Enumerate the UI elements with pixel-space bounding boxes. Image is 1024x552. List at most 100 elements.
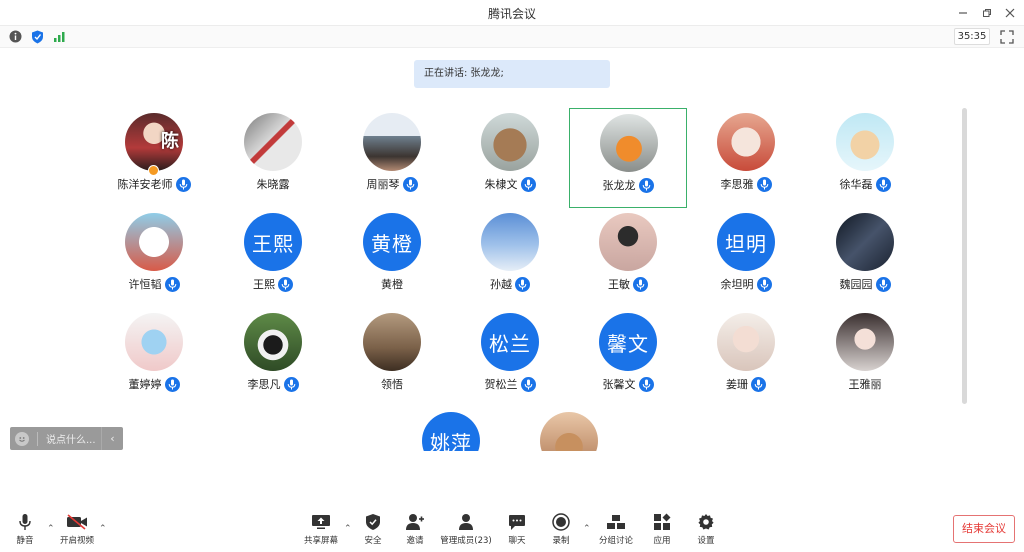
settings-label: 设置 [697, 536, 715, 546]
avatar [363, 113, 421, 171]
video-label: 开启视频 [59, 536, 94, 546]
participant-name: 朱晓露 [256, 178, 290, 191]
participant-name-row: 黄橙 [333, 276, 451, 292]
participant-tile[interactable]: 馨文 张馨文 [569, 308, 687, 408]
record-label: 录制 [552, 536, 570, 546]
participant-name-row: 周丽琴 [333, 176, 451, 192]
apps-label: 应用 [653, 536, 671, 546]
chat-input[interactable]: 说点什么... [46, 431, 101, 446]
emoji-icon[interactable] [15, 431, 29, 446]
audio-options-chevron-icon[interactable]: ⌃ [47, 524, 55, 534]
security-label: 安全 [364, 536, 382, 546]
participant-tile[interactable]: 董婷婷 [95, 308, 213, 408]
apps-grid-icon [651, 512, 673, 532]
participant-tile[interactable]: 坦明 余坦明 [687, 208, 805, 308]
participant-tile[interactable]: 王敏 [569, 208, 687, 308]
participant-name: 朱棣文 [484, 178, 518, 191]
participant-tile[interactable]: 徐华磊 [806, 108, 924, 208]
avatar [125, 213, 183, 271]
microphone-icon [520, 376, 536, 392]
mute-button[interactable]: 静音 [5, 512, 45, 546]
participant-tile[interactable]: 领悟 [333, 308, 451, 408]
avatar: 松兰 [481, 313, 539, 371]
microphone-icon [164, 276, 180, 292]
microphone-icon [756, 176, 772, 192]
participant-name-row: 许恒韬 [95, 276, 213, 292]
end-meeting-button[interactable]: 结束会议 [953, 515, 1015, 543]
microphone-icon [756, 276, 772, 292]
microphone-icon [520, 176, 536, 192]
microphone-icon [175, 176, 191, 192]
participant-tile[interactable]: 孙越 [451, 208, 569, 308]
avatar [600, 114, 658, 172]
participant-name-row: 李思雅 [687, 176, 805, 192]
apps-button[interactable]: 应用 [642, 512, 682, 546]
participant-name: 孙越 [490, 278, 512, 291]
microphone-icon [14, 512, 36, 532]
participant-tile[interactable]: 王熙 王熙 [214, 208, 332, 308]
chat-label: 聊天 [508, 536, 526, 546]
microphone-icon [875, 176, 891, 192]
collapse-chevron-icon[interactable]: ‹ [101, 427, 123, 450]
participant-tile[interactable]: 李思雅 [687, 108, 805, 208]
participant-tile[interactable]: 周丽琴 [333, 108, 451, 208]
participant-name: 黄橙 [381, 278, 403, 291]
avatar [125, 313, 183, 371]
video-off-icon [66, 512, 88, 532]
manage-members-button[interactable]: 管理成员(23) [440, 512, 492, 546]
settings-button[interactable]: 设置 [686, 512, 726, 546]
participant-name: 余坦明 [720, 278, 754, 291]
participant-grid: 陈陈洋安老师 朱晓露 周丽琴 朱棣文 张龙龙 李思雅 徐华磊 许恒韬 王熙 王熙 黄橙 黄橙 孙越 王敏坦… [0, 0, 1024, 552]
microphone-icon [515, 276, 530, 292]
host-badge-icon [148, 165, 159, 176]
avatar: 陈 [125, 113, 183, 171]
participant-tile[interactable]: 姜珊 [687, 308, 805, 408]
avatar: 坦明 [717, 213, 775, 271]
quick-chat-bar[interactable]: 说点什么... ‹ [10, 427, 123, 450]
microphone-icon [402, 176, 418, 192]
participant-tile[interactable] [510, 407, 628, 451]
avatar [481, 213, 539, 271]
invite-label: 邀请 [406, 536, 424, 546]
participant-tile[interactable]: 王雅丽 [806, 308, 924, 408]
avatar: 黄橙 [363, 213, 421, 271]
participant-tile[interactable]: 黄橙 黄橙 [333, 208, 451, 308]
video-button[interactable]: 开启视频 [57, 512, 97, 546]
chat-button[interactable]: 聊天 [497, 512, 537, 546]
participant-tile[interactable]: 魏园园 [806, 208, 924, 308]
participant-name-row: 姜珊 [687, 376, 805, 392]
participant-tile[interactable]: 朱棣文 [451, 108, 569, 208]
chat-divider [37, 431, 38, 446]
mute-label: 静音 [16, 536, 34, 546]
invite-button[interactable]: 邀请 [395, 512, 435, 546]
record-button[interactable]: 录制 [541, 512, 581, 546]
participant-name-row: 贺松兰 [451, 376, 569, 392]
microphone-icon [283, 376, 299, 392]
avatar [481, 113, 539, 171]
avatar-text: 陈 [161, 131, 179, 152]
participant-tile[interactable]: 张龙龙 [569, 108, 687, 208]
participant-tile[interactable]: 许恒韬 [95, 208, 213, 308]
participant-tile[interactable]: 松兰 贺松兰 [451, 308, 569, 408]
participant-name: 王敏 [608, 278, 630, 291]
participant-name: 李思雅 [720, 178, 754, 191]
participant-name-row: 李思凡 [214, 376, 332, 392]
participant-tile[interactable]: 朱晓露 [214, 108, 332, 208]
avatar [836, 213, 894, 271]
participant-tile[interactable]: 姚萍 [392, 407, 510, 451]
breakout-rooms-button[interactable]: 分组讨论 [596, 512, 636, 546]
participant-name-row: 王熙 [214, 276, 332, 292]
security-button[interactable]: 安全 [353, 512, 393, 546]
share-options-chevron-icon[interactable]: ⌃ [344, 524, 352, 534]
participant-name: 周丽琴 [366, 178, 400, 191]
video-options-chevron-icon[interactable]: ⌃ [99, 524, 107, 534]
participant-tile[interactable]: 陈陈洋安老师 [95, 108, 213, 208]
avatar [717, 313, 775, 371]
share-screen-button[interactable]: 共享屏幕 [301, 512, 341, 546]
record-options-chevron-icon[interactable]: ⌃ [583, 524, 591, 534]
participant-name-row: 余坦明 [687, 276, 805, 292]
scrollbar[interactable] [962, 108, 967, 404]
participant-name-row: 张龙龙 [570, 177, 686, 193]
avatar: 馨文 [599, 313, 657, 371]
participant-tile[interactable]: 李思凡 [214, 308, 332, 408]
